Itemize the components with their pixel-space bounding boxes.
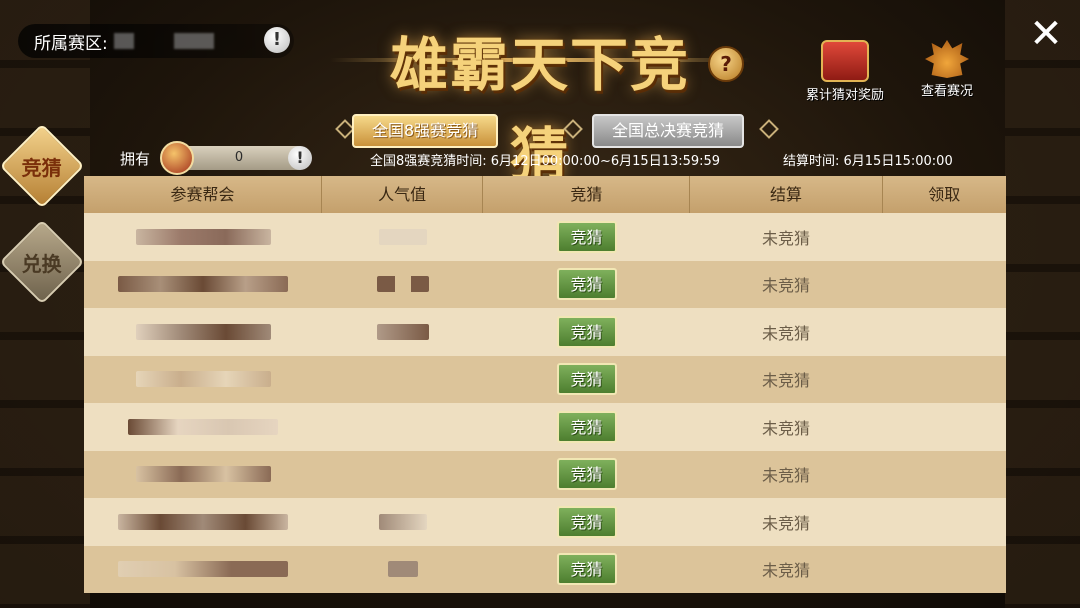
table-header: 参赛帮会 人气值 竞猜 结算 领取 — [84, 176, 1006, 213]
popularity-redacted — [322, 308, 483, 356]
settlement-status: 未竞猜 — [761, 561, 810, 581]
claim-cell — [882, 261, 1006, 309]
guild-name-redacted — [84, 403, 322, 451]
cumulative-reward-button[interactable]: 累计猜对奖励 — [800, 40, 890, 103]
claim-cell — [882, 451, 1006, 499]
region-bar: 所属赛区: ! — [18, 24, 294, 58]
table-row: 竞猜 未竞猜 — [84, 403, 1006, 451]
guess-button[interactable]: 竞猜 — [556, 268, 617, 301]
guild-guess-table: 参赛帮会 人气值 竞猜 结算 领取 竞猜 未竞猜 竞猜 未竞猜 竞猜 未竞猜 竞… — [84, 176, 1006, 593]
header-guild: 参赛帮会 — [84, 176, 322, 213]
popularity-redacted — [322, 213, 483, 261]
claim-cell — [882, 546, 1006, 594]
claim-cell — [882, 403, 1006, 451]
cumulative-reward-label: 累计猜对奖励 — [805, 88, 884, 103]
table-row: 竞猜 未竞猜 — [84, 308, 1006, 356]
background-shelf-right — [1005, 0, 1080, 608]
crown-emblem-icon — [925, 40, 969, 78]
settlement-status: 未竞猜 — [761, 418, 810, 438]
table-row: 竞猜 未竞猜 — [84, 545, 1006, 594]
guess-button[interactable]: 竞猜 — [556, 505, 617, 538]
side-nav-exchange-label: 兑换 — [22, 251, 62, 276]
table-row: 竞猜 未竞猜 — [84, 260, 1006, 309]
popularity-redacted — [322, 451, 483, 499]
region-info-icon[interactable]: ! — [264, 27, 290, 53]
popularity-redacted — [322, 498, 483, 546]
guild-name-redacted — [84, 308, 322, 356]
header-claim: 领取 — [928, 185, 961, 204]
region-name-redacted-2 — [173, 33, 214, 49]
region-name-redacted — [113, 33, 134, 49]
guild-name-redacted — [84, 546, 322, 594]
settlement-status: 未竞猜 — [761, 276, 810, 296]
guess-time-text: 全国8强赛竞猜时间: 6月12日00:00:00~6月15日13:59:59 — [370, 154, 721, 169]
table-row: 竞猜 未竞猜 — [84, 450, 1006, 499]
popularity-redacted — [322, 546, 483, 594]
settle-time-text: 结算时间: 6月15日15:00:00 — [783, 154, 953, 169]
header-guess: 竞猜 — [483, 176, 691, 213]
claim-cell — [882, 498, 1006, 546]
background-shelf-left — [0, 0, 90, 608]
claim-cell — [882, 308, 1006, 356]
guess-button[interactable]: 竞猜 — [556, 220, 617, 253]
owned-info-icon[interactable]: ! — [288, 146, 312, 170]
guild-name-redacted — [84, 213, 322, 261]
guess-button[interactable]: 竞猜 — [556, 363, 617, 396]
side-nav-guess-label: 竞猜 — [22, 155, 62, 180]
guild-name-redacted — [84, 498, 322, 546]
table-row: 竞猜 未竞猜 — [84, 213, 1006, 261]
guild-name-redacted — [84, 451, 322, 499]
guess-button[interactable]: 竞猜 — [556, 553, 617, 586]
help-icon[interactable]: ? — [708, 46, 744, 82]
guild-name-redacted — [84, 356, 322, 404]
popularity-redacted — [322, 403, 483, 451]
popularity-redacted — [322, 261, 483, 309]
guess-token-icon — [160, 141, 194, 175]
settlement-status: 未竞猜 — [761, 323, 810, 343]
guess-button[interactable]: 竞猜 — [556, 315, 617, 348]
table-row: 竞猜 未竞猜 — [84, 355, 1006, 404]
page-title: 雄霸天下竞猜 — [389, 31, 690, 189]
tab-final-guess[interactable]: 全国总决赛竞猜 — [592, 114, 745, 148]
guess-button[interactable]: 竞猜 — [556, 458, 617, 491]
claim-cell — [882, 213, 1006, 261]
view-match-status-button[interactable]: 查看赛况 — [902, 40, 992, 99]
owned-label: 拥有 — [120, 150, 151, 168]
tab-top8-guess[interactable]: 全国8强赛竞猜 — [352, 114, 499, 148]
settlement-status: 未竞猜 — [761, 371, 810, 391]
guess-button[interactable]: 竞猜 — [556, 410, 617, 443]
tab-ornament-right — [759, 119, 779, 139]
settlement-status: 未竞猜 — [761, 228, 810, 248]
header-settlement: 结算 — [690, 176, 883, 213]
treasure-chest-icon — [821, 40, 869, 82]
region-label: 所属赛区: — [34, 33, 108, 54]
guild-name-redacted — [84, 261, 322, 309]
settlement-status: 未竞猜 — [761, 513, 810, 533]
table-row: 竞猜 未竞猜 — [84, 498, 1006, 546]
popularity-redacted — [322, 356, 483, 404]
close-icon[interactable]: ✕ — [1026, 14, 1066, 54]
settlement-status: 未竞猜 — [761, 466, 810, 486]
header-popularity: 人气值 — [322, 176, 484, 213]
claim-cell — [882, 356, 1006, 404]
view-match-status-label: 查看赛况 — [920, 84, 973, 99]
